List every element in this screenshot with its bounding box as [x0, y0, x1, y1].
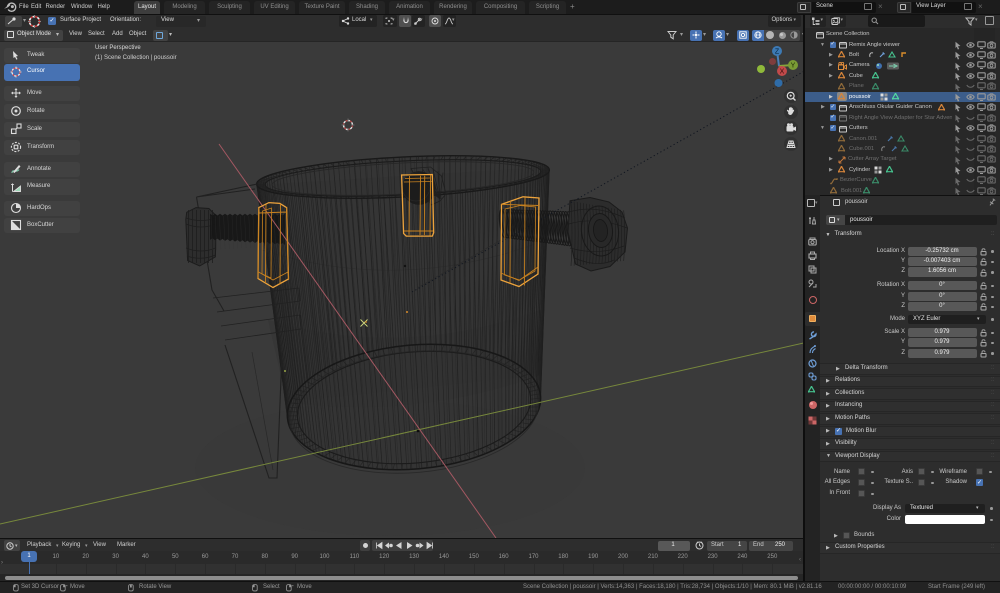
svg-text:Z: Z	[775, 49, 780, 56]
svg-text:Y: Y	[791, 63, 796, 70]
svg-text:X: X	[780, 69, 785, 76]
